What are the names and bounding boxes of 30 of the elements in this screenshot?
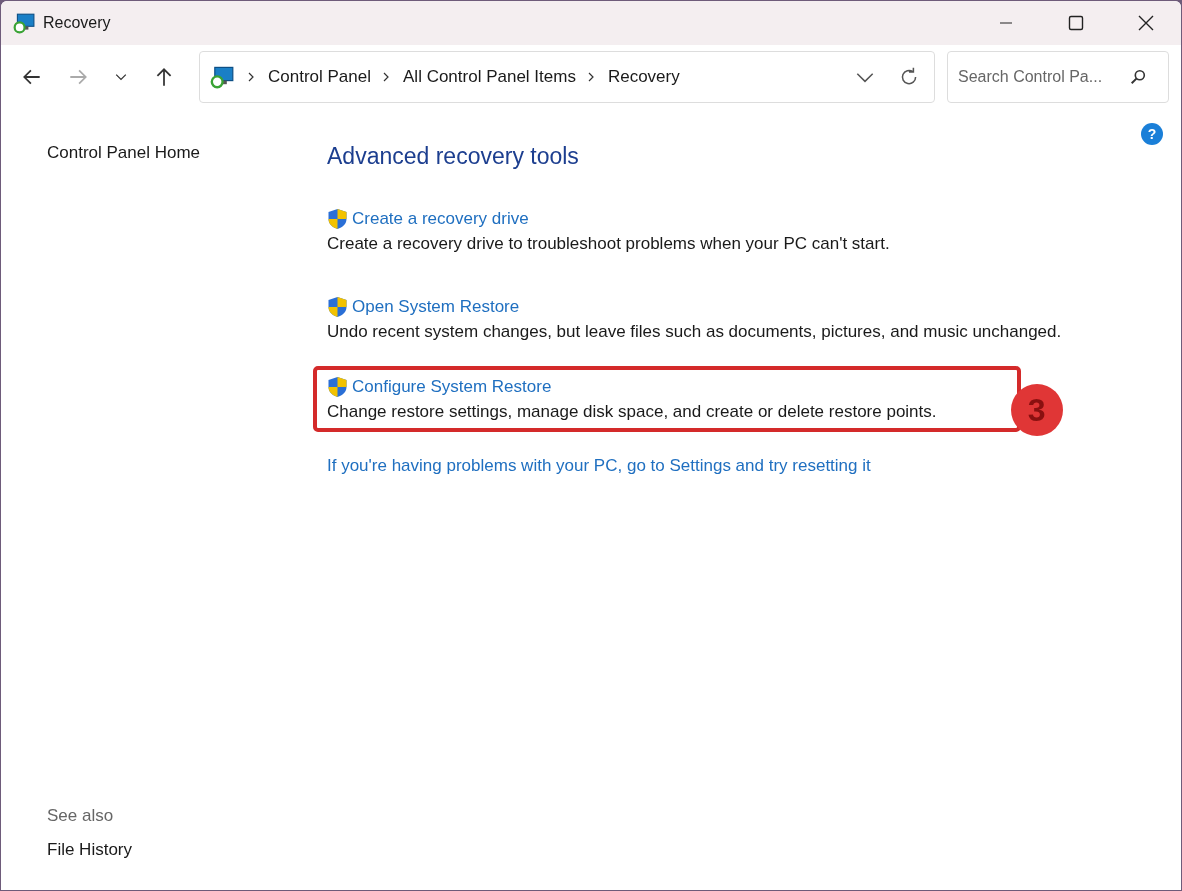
task-link[interactable]: Open System Restore bbox=[352, 297, 520, 317]
task-description: Undo recent system changes, but leave files such as documents, pictures, and music unchanged. bbox=[327, 322, 1062, 342]
minimize-icon bbox=[1000, 22, 1012, 24]
breadcrumb[interactable]: Recovery bbox=[607, 67, 680, 87]
address-bar[interactable]: Control Panel All Control Panel Items Recovery bbox=[199, 51, 935, 103]
shield-icon bbox=[327, 376, 348, 398]
maximize-icon bbox=[1066, 13, 1086, 33]
search-icon bbox=[1129, 68, 1147, 86]
step-number-badge: 3 bbox=[1010, 384, 1063, 436]
task-description: Change restore settings, manage disk space, and create or delete restore points. bbox=[327, 402, 937, 422]
window-title: Recovery bbox=[43, 14, 111, 32]
see-also-heading: See also bbox=[47, 806, 115, 826]
search-field[interactable]: Search Control Pa... bbox=[947, 51, 1169, 103]
shield-icon bbox=[327, 208, 348, 230]
chevron-right-icon bbox=[246, 72, 256, 82]
breadcrumb[interactable]: Control Panel bbox=[268, 67, 371, 87]
task-link[interactable]: Create a recovery drive bbox=[352, 209, 529, 229]
computer-icon bbox=[210, 65, 234, 89]
help-button[interactable]: ? bbox=[1141, 123, 1163, 145]
chevron-right-icon bbox=[381, 72, 391, 82]
task-description: Create a recovery drive to troubleshoot problems when your PC can't start. bbox=[327, 234, 890, 254]
task-link[interactable]: Configure System Restore bbox=[352, 377, 552, 397]
section-heading: Advanced recovery tools bbox=[327, 143, 579, 170]
reset-settings-link[interactable]: If you're having problems with your PC, go to Settings and try resetting it bbox=[327, 456, 871, 476]
close-icon bbox=[1136, 13, 1156, 33]
breadcrumb[interactable]: All Control Panel Items bbox=[403, 67, 576, 87]
control-panel-home-link[interactable]: Control Panel Home bbox=[47, 143, 291, 163]
shield-icon bbox=[327, 296, 348, 318]
file-history-link[interactable]: File History bbox=[47, 840, 291, 860]
computer-icon bbox=[13, 12, 35, 34]
